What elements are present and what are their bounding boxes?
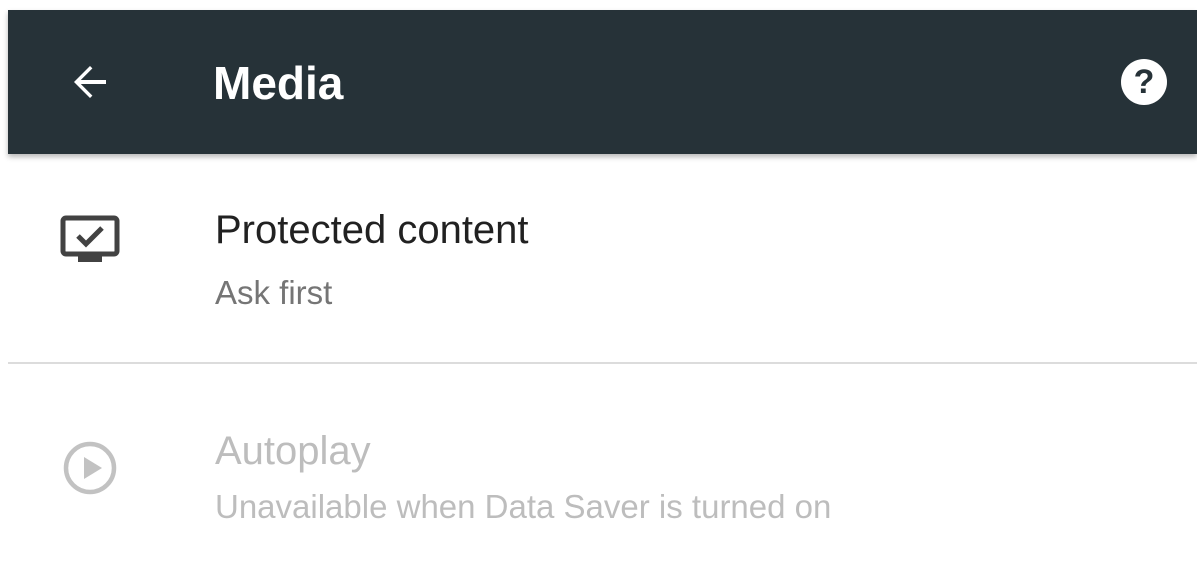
- play-circle-icon-wrap: [54, 432, 126, 504]
- setting-row-protected-content[interactable]: Protected content Ask first: [8, 164, 1197, 311]
- divider: [8, 362, 1197, 364]
- setting-title: Autoplay: [215, 429, 371, 473]
- media-settings-screen: Media ? Protected content Ask first Auto…: [8, 10, 1197, 570]
- setting-title: Protected content: [215, 208, 529, 252]
- help-circle-icon: ?: [1121, 59, 1167, 105]
- page-title: Media: [213, 57, 344, 109]
- arrow-back-icon: [74, 66, 106, 98]
- back-button[interactable]: [58, 50, 122, 114]
- setting-summary: Ask first: [215, 274, 333, 311]
- protected-content-icon: [60, 215, 120, 262]
- play-circle-icon: [63, 441, 117, 495]
- setting-row-autoplay[interactable]: Autoplay Unavailable when Data Saver is …: [8, 366, 1197, 525]
- setting-summary: Unavailable when Data Saver is turned on: [215, 488, 832, 525]
- help-button[interactable]: ?: [1116, 54, 1172, 110]
- protected-content-icon-wrap: [54, 204, 126, 276]
- app-bar: Media ?: [8, 10, 1197, 154]
